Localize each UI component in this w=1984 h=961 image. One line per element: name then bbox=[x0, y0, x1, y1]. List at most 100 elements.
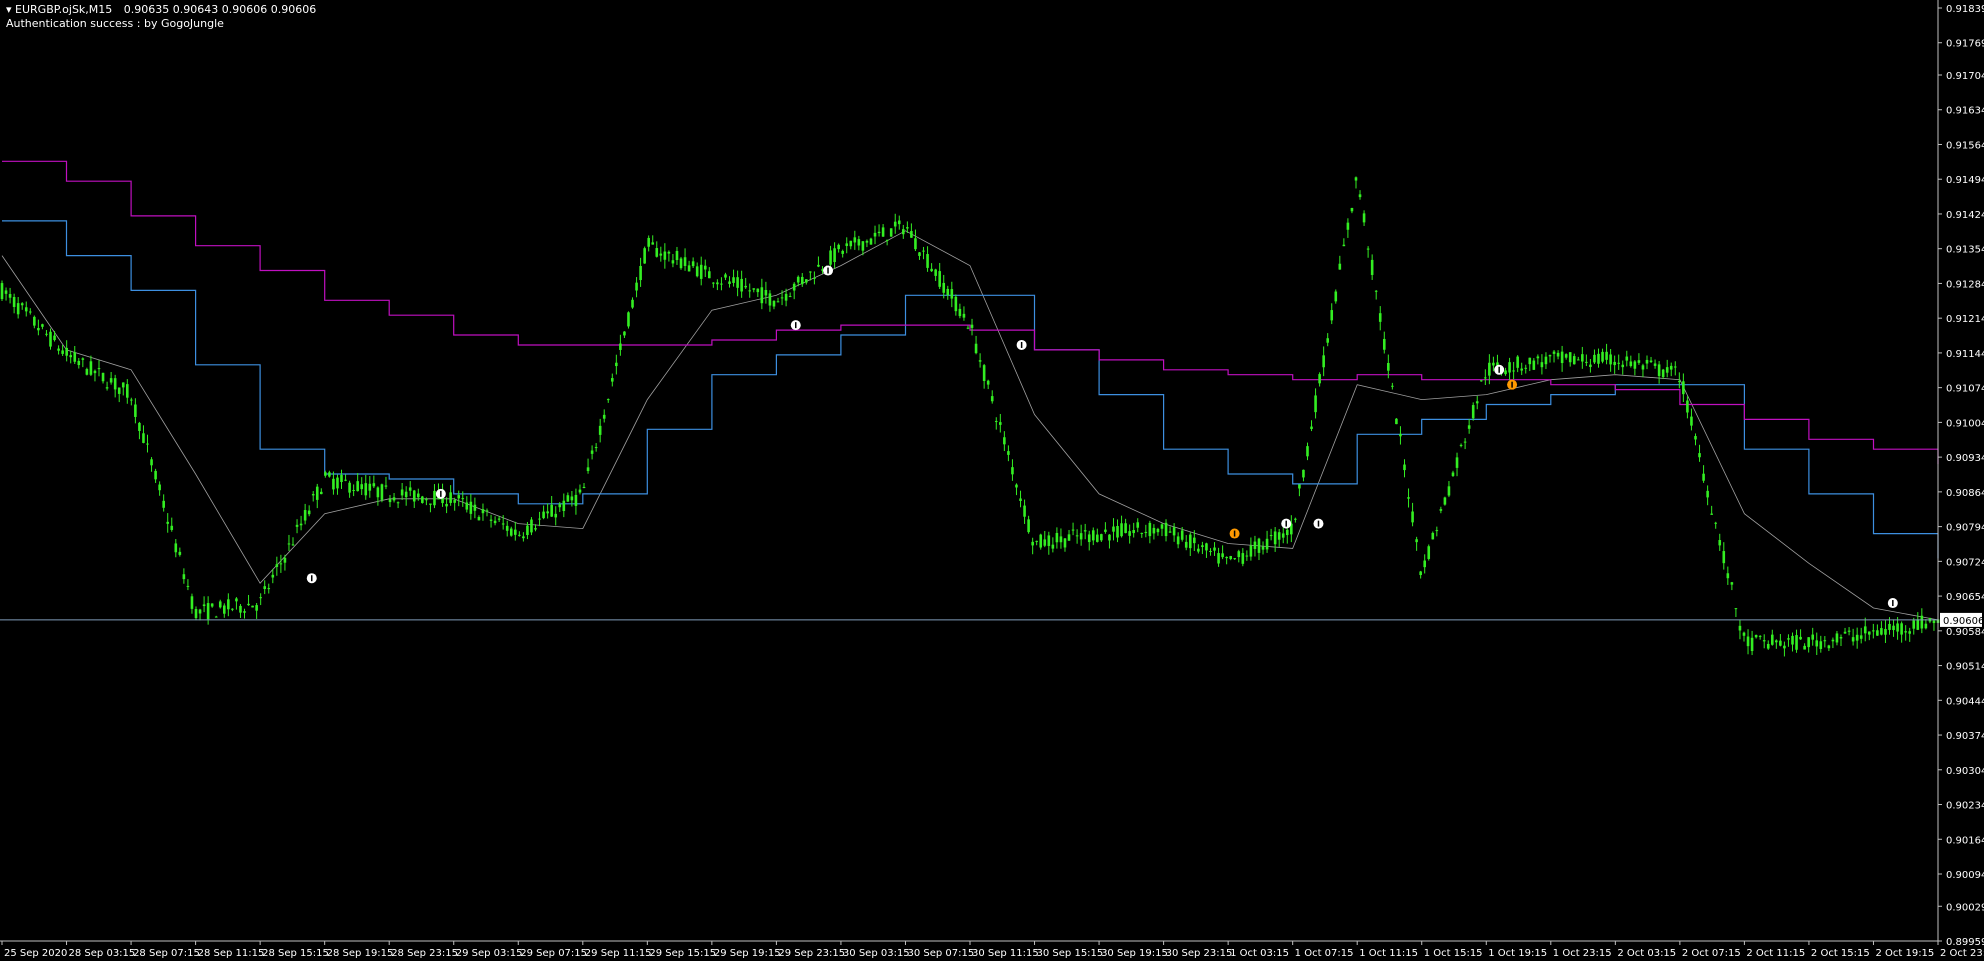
candle-body bbox=[1823, 640, 1827, 642]
candle-body bbox=[1932, 620, 1936, 624]
signal-marker bbox=[1507, 379, 1518, 390]
candle-body bbox=[1843, 631, 1847, 634]
candle-body bbox=[178, 551, 182, 555]
x-tick-label: 1 Oct 23:15 bbox=[1553, 948, 1612, 959]
candle-body bbox=[501, 523, 505, 525]
candle-body bbox=[1690, 416, 1693, 426]
candle-body bbox=[1762, 640, 1766, 642]
candle-body bbox=[69, 355, 73, 358]
candle-body bbox=[37, 327, 40, 331]
candle-body bbox=[938, 271, 941, 287]
candle-body bbox=[1285, 529, 1289, 536]
candle-body bbox=[522, 536, 525, 539]
candle-body bbox=[691, 261, 695, 267]
candle-body bbox=[1366, 248, 1370, 250]
candle-body bbox=[1597, 353, 1600, 364]
x-tick-label: 30 Sep 11:15 bbox=[972, 948, 1039, 959]
candle-body bbox=[813, 277, 816, 279]
candle-body bbox=[1172, 527, 1176, 536]
candle-body bbox=[1710, 513, 1713, 515]
candle-body bbox=[1455, 457, 1459, 468]
candle-body bbox=[412, 490, 416, 502]
candle-body bbox=[1083, 530, 1087, 532]
candle-body bbox=[489, 519, 493, 521]
current-price-tag: 0.90606 bbox=[1940, 612, 1984, 627]
candle-body bbox=[1354, 177, 1358, 181]
y-tick-label: 0.91634 bbox=[1946, 106, 1984, 117]
candle-body bbox=[130, 399, 133, 401]
candle-body bbox=[404, 491, 408, 498]
candle-body bbox=[986, 380, 990, 385]
candle-body bbox=[1904, 631, 1907, 633]
x-tick-label: 29 Sep 23:15 bbox=[778, 948, 845, 959]
candle-body bbox=[154, 470, 157, 480]
candle-body bbox=[1593, 354, 1596, 363]
candle-body bbox=[505, 525, 509, 531]
candle-body bbox=[1819, 641, 1823, 649]
candle-body bbox=[606, 399, 610, 401]
candle-body bbox=[970, 324, 974, 328]
candle-body bbox=[962, 313, 966, 318]
candle-body bbox=[202, 604, 206, 607]
y-tick-label: 0.90724 bbox=[1946, 557, 1984, 568]
collapse-triangle-icon[interactable]: ▾ bbox=[6, 3, 12, 16]
candle-body bbox=[796, 276, 800, 283]
candle-body bbox=[1682, 381, 1685, 395]
candle-body bbox=[1556, 352, 1560, 357]
candle-body bbox=[615, 362, 618, 367]
candle-body bbox=[263, 586, 267, 590]
candle-body bbox=[1568, 352, 1572, 363]
candle-body bbox=[1617, 362, 1621, 364]
y-tick-label: 0.91564 bbox=[1946, 140, 1984, 151]
candle-body bbox=[1096, 534, 1099, 542]
candle-body bbox=[1063, 538, 1067, 548]
candle-body bbox=[477, 517, 481, 521]
y-tick-label: 0.91284 bbox=[1946, 279, 1984, 290]
candle-body bbox=[922, 250, 925, 252]
candle-body bbox=[315, 486, 319, 500]
candle-body bbox=[768, 293, 772, 306]
price-chart[interactable]: 0.91839 0.91769 0.91704 0.91634 0.91564 0.914… bbox=[0, 0, 1984, 961]
candle-body bbox=[1609, 354, 1612, 365]
candle-body bbox=[12, 297, 16, 307]
candle-body bbox=[1391, 385, 1394, 387]
candle-body bbox=[1657, 364, 1661, 377]
candle-body bbox=[1160, 524, 1164, 529]
candle-body bbox=[683, 257, 687, 266]
candle-body bbox=[1471, 405, 1475, 419]
candle-body bbox=[417, 493, 420, 498]
candle-body bbox=[1326, 338, 1329, 343]
candle-body bbox=[655, 248, 659, 257]
y-tick-label: 0.90234 bbox=[1946, 801, 1984, 812]
x-tick-label: 30 Sep 19:15 bbox=[1101, 948, 1168, 959]
candle-body bbox=[889, 228, 893, 237]
candle-body bbox=[805, 279, 808, 283]
candle-body bbox=[699, 264, 703, 279]
candle-body bbox=[1548, 355, 1552, 357]
candle-body bbox=[873, 232, 877, 237]
candle-body bbox=[77, 360, 81, 366]
candle-body bbox=[792, 283, 796, 291]
signal-marker bbox=[1494, 364, 1505, 375]
candle-body bbox=[1908, 631, 1912, 634]
candle-body bbox=[1799, 636, 1802, 640]
candle-body bbox=[918, 252, 921, 256]
candle-body bbox=[1277, 532, 1281, 540]
signal-marker bbox=[1016, 339, 1027, 350]
candle-body bbox=[1350, 207, 1354, 212]
candle-body bbox=[121, 382, 125, 388]
candle-body bbox=[1188, 534, 1192, 549]
candle-body bbox=[514, 529, 517, 535]
candle-body bbox=[1706, 490, 1709, 498]
candle-body bbox=[1665, 367, 1669, 373]
candle-body bbox=[1540, 362, 1544, 368]
candle-body bbox=[1872, 630, 1875, 632]
candle-body bbox=[716, 282, 719, 285]
candle-body bbox=[16, 303, 20, 315]
candle-body bbox=[978, 360, 982, 362]
candle-body bbox=[990, 396, 994, 402]
candle-body bbox=[150, 459, 153, 466]
candle-body bbox=[1479, 380, 1483, 382]
candle-body bbox=[623, 331, 626, 336]
candle-body bbox=[461, 498, 465, 500]
